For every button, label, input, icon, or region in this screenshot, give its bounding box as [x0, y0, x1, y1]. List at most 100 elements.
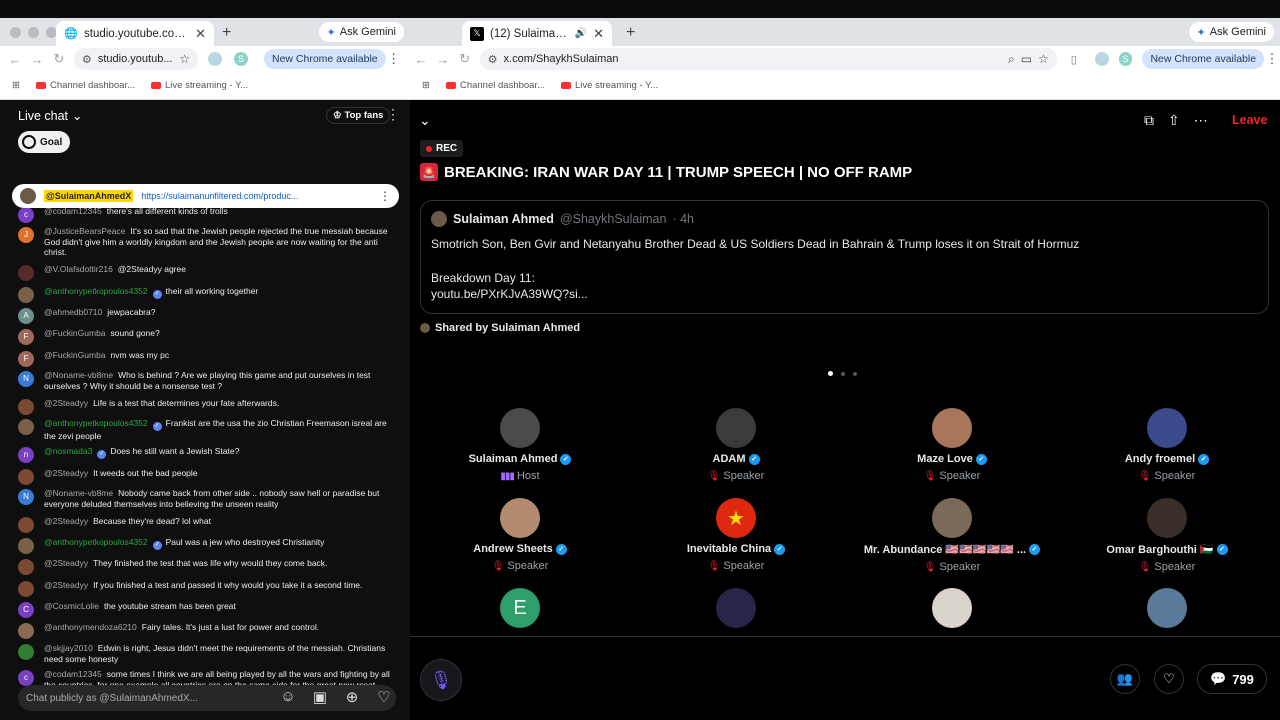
avatar[interactable] [18, 469, 34, 485]
site-info-icon[interactable]: ⚙ [488, 53, 498, 66]
ask-gemini-button[interactable]: ✦ Ask Gemini [1188, 22, 1274, 42]
chat-message[interactable]: A @ahmedb0710 jewpacabra? [18, 307, 398, 324]
chat-author[interactable]: @V.Olafsdottir216 [44, 264, 113, 274]
avatar[interactable] [18, 581, 34, 597]
pinned-post-card[interactable]: Sulaiman Ahmed @ShaykhSulaiman · 4h Smot… [420, 200, 1269, 314]
chat-author[interactable]: @Noname-vb8me [44, 488, 113, 498]
chat-message[interactable]: @2Steadyy They finished the test that was… [18, 558, 398, 575]
avatar[interactable] [18, 644, 34, 660]
window-controls[interactable] [10, 27, 57, 38]
chat-author[interactable]: @skjjay2010 [44, 643, 93, 653]
chat-message[interactable]: F @FuckinGumba nvm was my pc [18, 350, 398, 367]
chat-message[interactable]: @2Steadyy Life is a test that determines … [18, 398, 398, 415]
avatar[interactable] [18, 399, 34, 415]
speaker-tile[interactable]: Andrew Sheets ✓ 🎙 Speaker [420, 498, 620, 572]
chat-message[interactable]: @anthonypetkopoulos4352 ✓ their all workin… [18, 286, 398, 303]
chat-menu-icon[interactable]: ⋮ [386, 106, 400, 123]
bookmark-star-icon[interactable]: ☆ [1038, 52, 1049, 66]
site-info-icon[interactable]: ⚙ [82, 53, 92, 66]
avatar[interactable]: c [18, 670, 34, 686]
avatar[interactable] [1147, 408, 1187, 448]
new-tab-icon[interactable]: + [626, 24, 635, 42]
chat-message[interactable]: N @Noname-vb8me Who is behind ? Are we pla… [18, 370, 398, 391]
cast-icon[interactable]: ▭ [1021, 52, 1032, 66]
forward-icon[interactable]: → [26, 52, 48, 67]
speaker-tile[interactable]: ADAM ✓ 🎙 Speaker [636, 408, 836, 482]
avatar[interactable]: J [18, 227, 34, 243]
chat-author[interactable]: @anthonymendoza6210 [44, 622, 137, 632]
chat-author[interactable]: @2Steadyy [44, 516, 88, 526]
speaker-tile[interactable]: Sulaiman Ahmed ✓ ▮▮▮ Host [420, 408, 620, 482]
chat-message[interactable]: @V.Olafsdottir216 @2Steadyy agree [18, 264, 398, 281]
comments-button[interactable]: 💬 799 [1197, 664, 1267, 694]
goal-chip[interactable]: Goal [18, 131, 71, 153]
side-panel-icon[interactable]: ▯ [1071, 53, 1077, 66]
address-bar[interactable]: ⚙ x.com/ShaykhSulaiman ⌕ ▭ ☆ [479, 48, 1057, 70]
avatar[interactable]: F [18, 351, 34, 367]
apps-grid-icon[interactable]: ⊞ [422, 80, 430, 91]
reload-icon[interactable]: ↻ [48, 51, 70, 67]
people-button[interactable]: 👥 [1110, 664, 1140, 694]
microphone-button[interactable]: 🎙 [420, 659, 462, 701]
close-tab-icon[interactable]: ✕ [195, 26, 206, 42]
avatar[interactable] [1147, 498, 1187, 538]
leave-button[interactable]: Leave [1232, 113, 1267, 127]
live-chat-mode-dropdown[interactable]: Live chat ⌄ [18, 108, 83, 124]
speaker-tile[interactable]: John Morgan✓🎙Speaker [1067, 588, 1267, 634]
react-button[interactable]: ♡ [1154, 664, 1184, 694]
avatar[interactable] [932, 408, 972, 448]
chat-author[interactable]: @anthonypetkopoulos4352 [44, 286, 148, 296]
pager-dot[interactable] [853, 371, 857, 376]
chat-message[interactable]: @skjjay2010 Edwin is right, Jesus didn't … [18, 643, 398, 664]
chat-message[interactable]: F @FuckinGumba sound gone? [18, 328, 398, 345]
avatar[interactable] [500, 498, 540, 538]
chat-message[interactable]: N @Noname-vb8me Nobody came back from othe… [18, 488, 398, 509]
pinned-message[interactable]: @SulaimanAhmedX https://sulaimanunfilter… [12, 184, 399, 208]
speaker-tile[interactable]: Maze Love ✓ 🎙 Speaker [852, 408, 1052, 482]
minimize-dock-icon[interactable]: ⧉ [1144, 112, 1154, 129]
back-icon[interactable]: ← [410, 52, 432, 67]
chat-message[interactable]: n @nosmada3 ✓ Does he still want a Jewish S… [18, 446, 398, 463]
speaker-tile[interactable]: EEdward H✓🎙Speaker [420, 588, 620, 634]
pinned-author[interactable]: @SulaimanAhmedX [44, 190, 134, 202]
chat-message[interactable]: @2Steadyy It weeds out the bad people [18, 468, 398, 485]
chat-author[interactable]: @FuckinGumba [44, 350, 106, 360]
chat-author[interactable]: @2Steadyy [44, 398, 88, 408]
chat-author[interactable]: @anthonypetkopoulos4352 [44, 537, 148, 547]
card-pager[interactable] [828, 371, 857, 376]
speaker-tile[interactable]: Andy froemel ✓ 🎙 Speaker [1067, 408, 1267, 482]
avatar[interactable] [716, 588, 756, 628]
avatar[interactable]: F [18, 329, 34, 345]
address-bar[interactable]: ⚙ studio.youtub... ☆ [74, 48, 198, 70]
profile-avatar[interactable]: S [1118, 52, 1133, 66]
post-author-handle[interactable]: @ShaykhSulaiman [560, 212, 667, 226]
chat-author[interactable]: @nosmada3 [44, 446, 92, 456]
chat-message[interactable]: @anthonypetkopoulos4352 ✓ Paul was a jew w… [18, 537, 398, 554]
avatar[interactable]: N [18, 489, 34, 505]
new-chrome-available-button[interactable]: New Chrome available [1142, 49, 1265, 69]
chat-author[interactable]: @2Steadyy [44, 558, 88, 568]
chat-author[interactable]: @FuckinGumba [44, 328, 106, 338]
chat-message-list[interactable]: c @codam12345 there's all different kinds … [0, 186, 410, 691]
zoom-icon[interactable]: ⌕ [1008, 52, 1015, 67]
chat-message[interactable]: C @CosmicLolie the youtube stream has been… [18, 601, 398, 618]
browser-tab-x[interactable]: 𝕏 (12) Sulaiman Ahmed (@S 🔊 ✕ [462, 21, 612, 46]
close-tab-icon[interactable]: ✕ [593, 26, 604, 42]
chat-message[interactable]: @anthonypetkopoulos4352 ✓ Frankist are the… [18, 418, 398, 442]
chat-author[interactable]: @Noname-vb8me [44, 370, 113, 380]
browser-menu-icon[interactable]: ⋮ [1264, 51, 1280, 67]
avatar[interactable]: n [18, 447, 34, 463]
avatar[interactable] [18, 538, 34, 554]
apps-grid-icon[interactable]: ⊞ [12, 80, 20, 91]
avatar[interactable]: ★ [716, 498, 756, 538]
heart-icon[interactable]: ♡ [374, 688, 394, 706]
speaker-tile[interactable]: Omar Barghouthi 🇵🇸 ✓ 🎙 Speaker [1067, 498, 1267, 573]
avatar[interactable]: N [18, 371, 34, 387]
chat-message[interactable]: J @JusticeBearsPeace It's so sad that the … [18, 226, 398, 258]
avatar[interactable] [932, 498, 972, 538]
collapse-chevron-icon[interactable]: ⌄ [419, 112, 431, 129]
avatar[interactable]: c [18, 207, 34, 223]
avatar[interactable] [18, 623, 34, 639]
chat-author[interactable]: @JusticeBearsPeace [44, 226, 125, 236]
bookmark-star-icon[interactable]: ☆ [179, 52, 190, 66]
